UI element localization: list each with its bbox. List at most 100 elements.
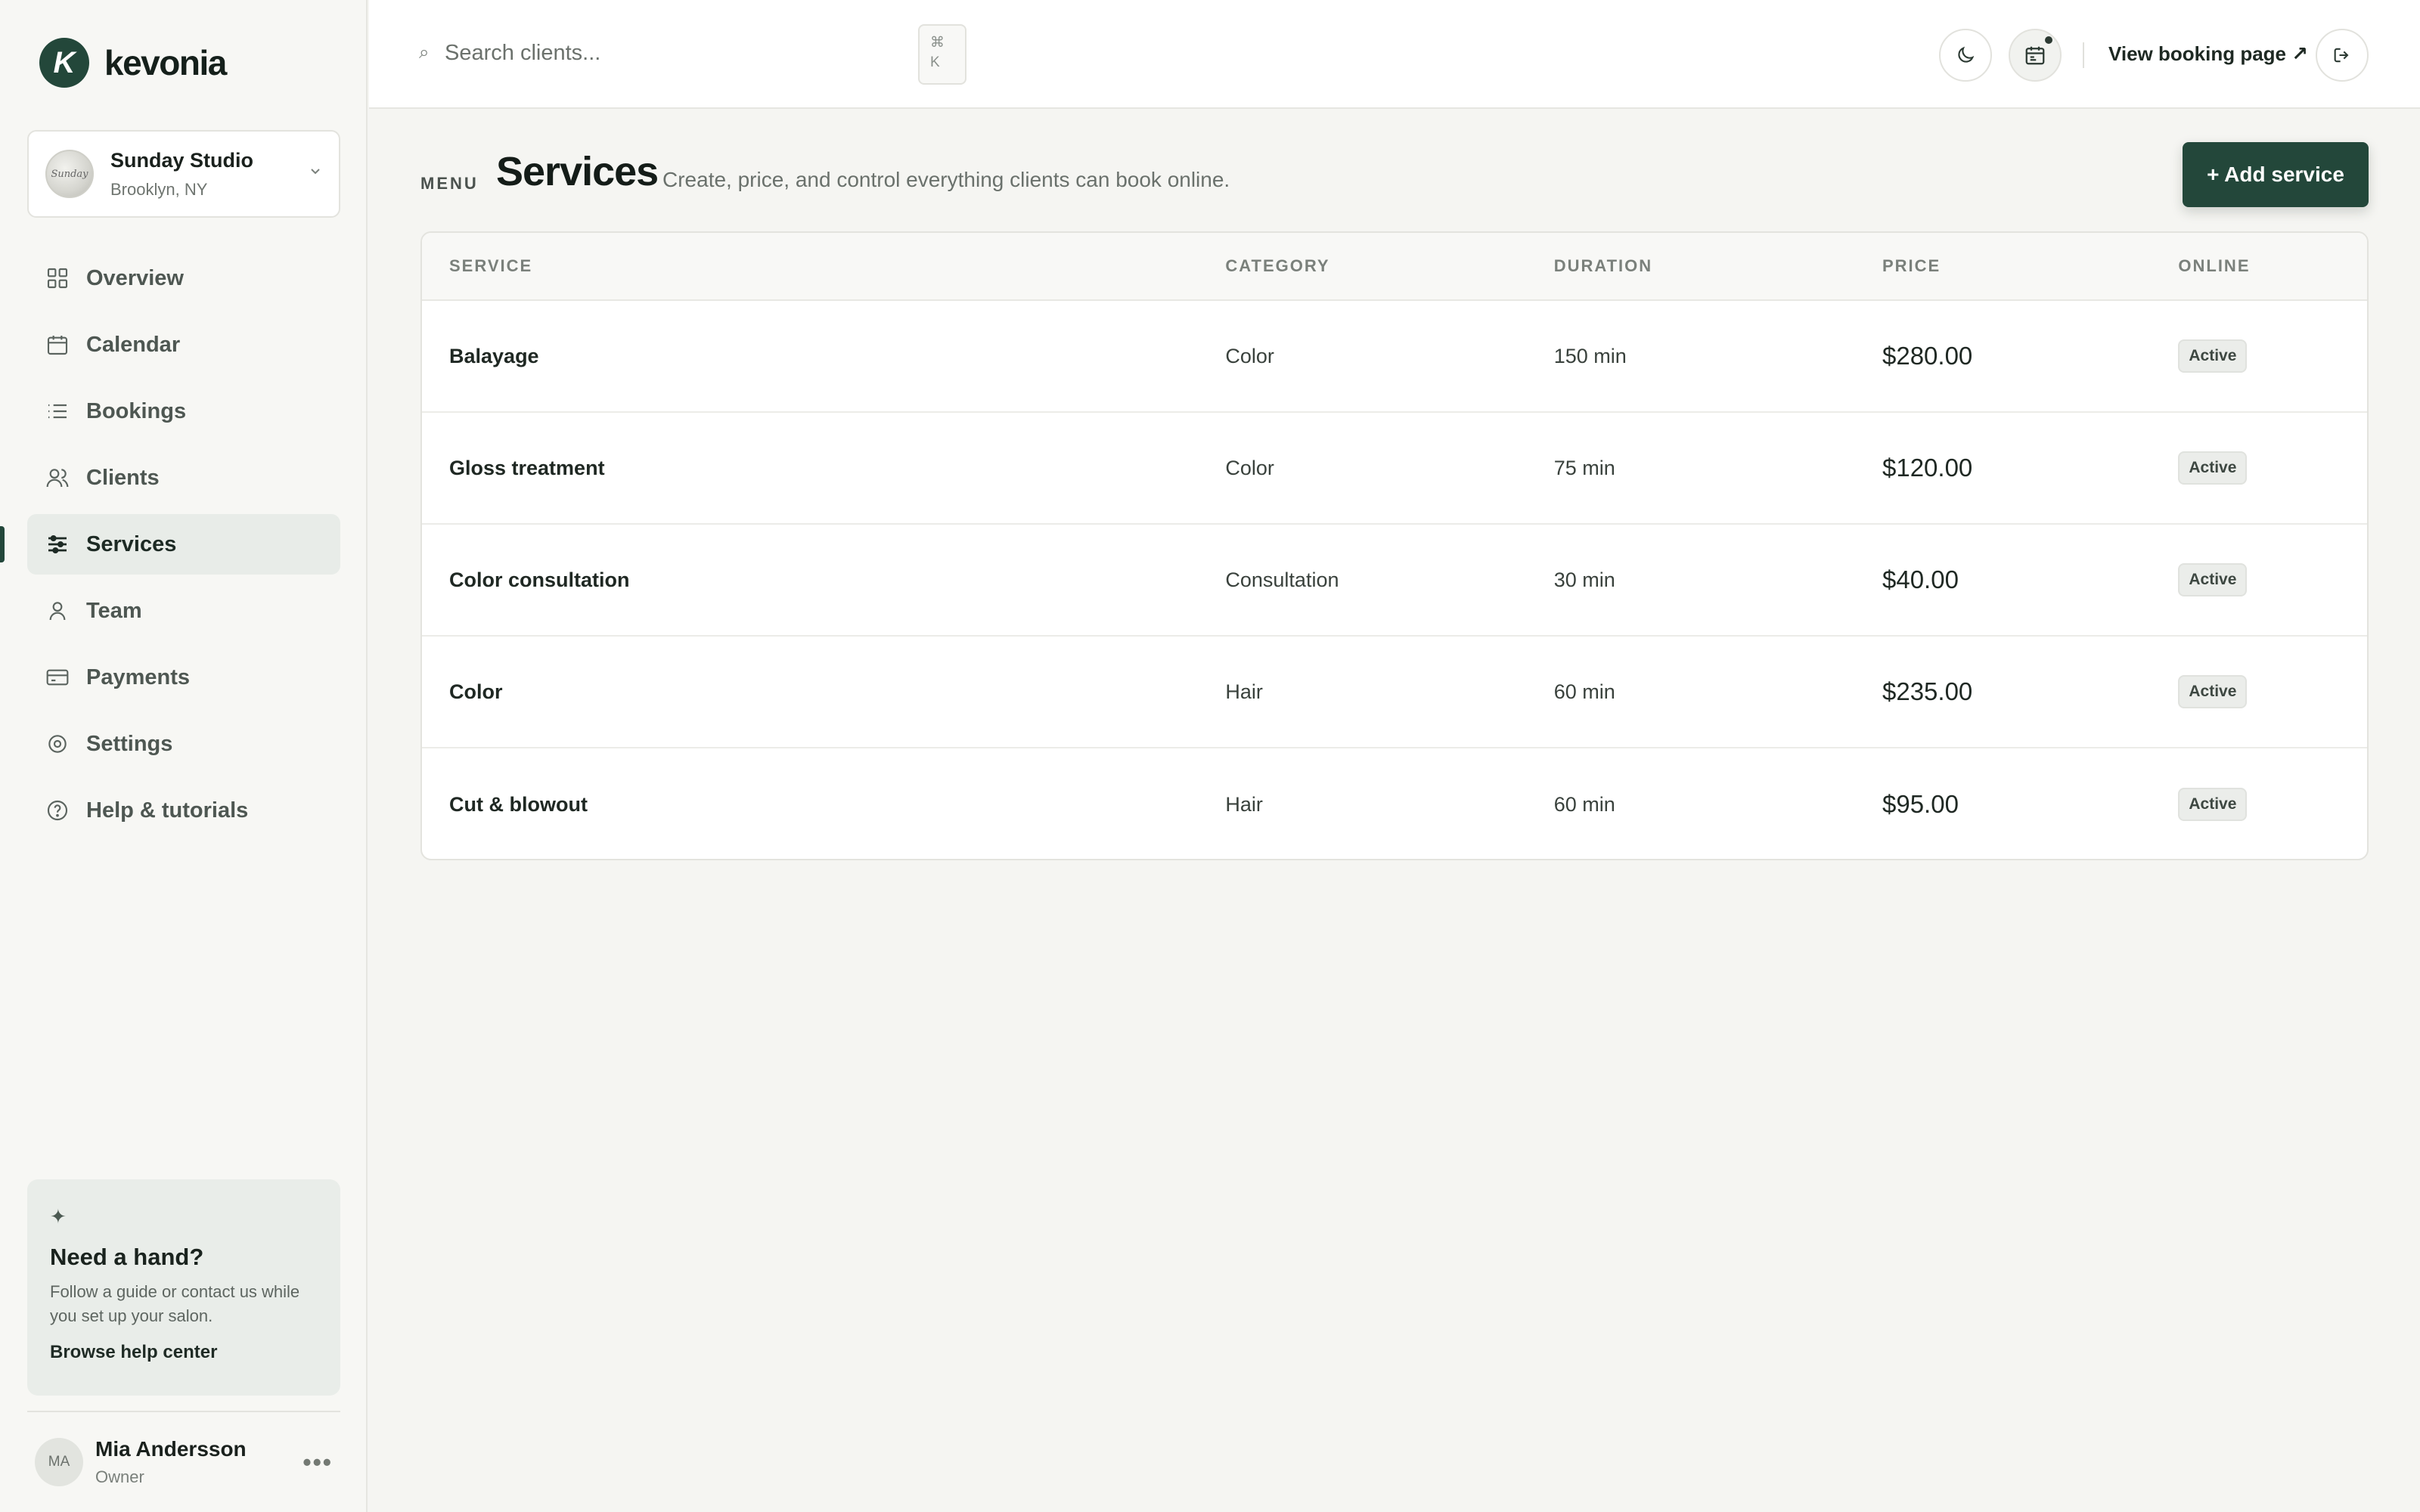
table-row[interactable]: Gloss treatment Color 75 min $120.00 Act… (422, 413, 2367, 525)
service-price: $235.00 (1882, 677, 1973, 705)
sliders-icon (48, 535, 67, 553)
sidebar-item-label: Overview (86, 265, 184, 290)
status-badge[interactable]: Active (2178, 451, 2248, 485)
service-name: Gloss treatment (449, 456, 605, 479)
gear-icon (48, 735, 67, 753)
service-price: $40.00 (1882, 565, 1959, 593)
service-category: Hair (1225, 792, 1263, 816)
sidebar-item-team[interactable]: Team (27, 581, 340, 641)
top-bar: ⌕ ⌘ K View booking page ↗ (369, 0, 2420, 109)
divider (2083, 42, 2084, 68)
column-header-duration[interactable]: DURATION (1554, 256, 1882, 276)
search-input[interactable] (445, 33, 808, 73)
sidebar-item-calendar[interactable]: Calendar (27, 314, 340, 375)
sidebar-item-payments[interactable]: Payments (27, 647, 340, 708)
sidebar-item-label: Clients (86, 465, 160, 490)
sidebar-item-help[interactable]: Help & tutorials (27, 780, 340, 841)
sidebar-item-services[interactable]: Services (0, 514, 340, 575)
brand-logo[interactable]: K kevonia (39, 38, 227, 88)
studio-avatar-text: Sunday (51, 168, 88, 180)
svg-text:K: K (54, 46, 78, 79)
table-row[interactable]: Color consultation Consultation 30 min $… (422, 525, 2367, 637)
sidebar-item-label: Help & tutorials (86, 798, 249, 823)
sidebar-item-clients[interactable]: Clients (27, 448, 340, 508)
page-title: Services (496, 149, 659, 194)
service-duration: 150 min (1553, 344, 1627, 367)
active-indicator (0, 526, 5, 562)
brand-name: kevonia (104, 43, 227, 82)
service-duration: 60 min (1553, 792, 1615, 816)
table-row[interactable]: Balayage Color 150 min $280.00 Active (422, 301, 2367, 413)
sidebar: K kevonia Sunday Sunday Studio Brooklyn,… (0, 0, 368, 1512)
status-badge[interactable]: Active (2178, 563, 2248, 596)
browse-help-center-link[interactable]: Browse help center (50, 1342, 318, 1363)
sidebar-nav: Overview Calendar Bookings Clients Servi… (0, 248, 340, 847)
notification-dot (2045, 36, 2052, 44)
calendar-notifications-button[interactable] (2009, 29, 2062, 82)
user-profile[interactable]: MA Mia Andersson Owner ••• (27, 1411, 340, 1512)
shortcut-key-k: K (930, 54, 940, 70)
calendar-icon (47, 336, 68, 355)
sidebar-item-overview[interactable]: Overview (27, 248, 340, 308)
service-category: Consultation (1225, 568, 1339, 591)
studio-location: Brooklyn, NY (110, 179, 208, 199)
logo-mark-icon: K (39, 38, 89, 88)
sidebar-item-label: Payments (86, 665, 191, 689)
status-badge[interactable]: Active (2178, 788, 2248, 821)
list-icon (48, 404, 67, 419)
dark-mode-toggle[interactable] (1939, 29, 1992, 82)
sidebar-item-label: Team (86, 598, 142, 623)
sidebar-item-label: Calendar (86, 332, 181, 357)
user-name: Mia Andersson (95, 1437, 247, 1461)
card-icon (46, 669, 69, 686)
service-name: Cut & blowout (449, 792, 588, 816)
column-header-category[interactable]: CATEGORY (1225, 256, 1553, 276)
studio-name: Sunday Studio (110, 148, 253, 172)
help-icon (47, 800, 68, 821)
help-card: ✦ Need a hand? Follow a guide or contact… (27, 1179, 340, 1396)
service-price: $280.00 (1882, 342, 1973, 370)
table-row[interactable]: Cut & blowout Hair 60 min $95.00 Active (422, 748, 2367, 859)
sparkle-icon: ✦ (50, 1205, 67, 1228)
service-price: $120.00 (1882, 454, 1973, 482)
more-options-icon[interactable]: ••• (302, 1448, 333, 1476)
status-badge[interactable]: Active (2178, 339, 2248, 373)
sidebar-item-bookings[interactable]: Bookings (27, 381, 340, 442)
chevron-down-icon (309, 165, 322, 183)
sidebar-item-label: Bookings (86, 398, 187, 423)
service-name: Color consultation (449, 568, 630, 591)
person-icon (49, 602, 66, 621)
logout-button[interactable] (2316, 29, 2369, 82)
service-category: Color (1225, 344, 1274, 367)
help-card-description: Follow a guide or contact us while you s… (50, 1282, 300, 1325)
service-category: Hair (1225, 680, 1263, 703)
page-eyebrow: MENU (420, 174, 479, 193)
sidebar-item-label: Services (86, 531, 177, 556)
service-duration: 75 min (1553, 456, 1615, 479)
service-price: $95.00 (1882, 790, 1959, 818)
table-header: SERVICE CATEGORY DURATION PRICE ONLINE (422, 233, 2367, 301)
service-name: Color (449, 680, 503, 703)
sidebar-item-label: Settings (86, 731, 173, 756)
sidebar-item-settings[interactable]: Settings (27, 714, 340, 774)
service-duration: 60 min (1553, 680, 1615, 703)
page-header: MENU Services Create, price, and control… (420, 142, 2369, 216)
view-booking-page-link[interactable]: View booking page ↗ (2108, 42, 2308, 66)
studio-switcher[interactable]: Sunday Sunday Studio Brooklyn, NY (27, 130, 340, 218)
column-header-service[interactable]: SERVICE (422, 256, 1225, 276)
user-role: Owner (95, 1467, 144, 1486)
calendar-icon (2025, 46, 2045, 65)
column-header-price[interactable]: PRICE (1882, 256, 2178, 276)
logout-icon (2334, 48, 2349, 63)
avatar: MA (35, 1438, 83, 1486)
shortcut-key-cmd: ⌘ (930, 35, 945, 51)
column-header-online[interactable]: ONLINE (2178, 256, 2367, 276)
grid-icon (47, 268, 68, 289)
add-service-button[interactable]: + Add service (2183, 142, 2369, 207)
search-icon: ⌕ (419, 42, 430, 63)
status-badge[interactable]: Active (2178, 675, 2248, 708)
help-card-title: Need a hand? (50, 1244, 204, 1270)
page-subtitle: Create, price, and control everything cl… (662, 168, 1230, 191)
service-duration: 30 min (1553, 568, 1615, 591)
table-row[interactable]: Color Hair 60 min $235.00 Active (422, 637, 2367, 748)
